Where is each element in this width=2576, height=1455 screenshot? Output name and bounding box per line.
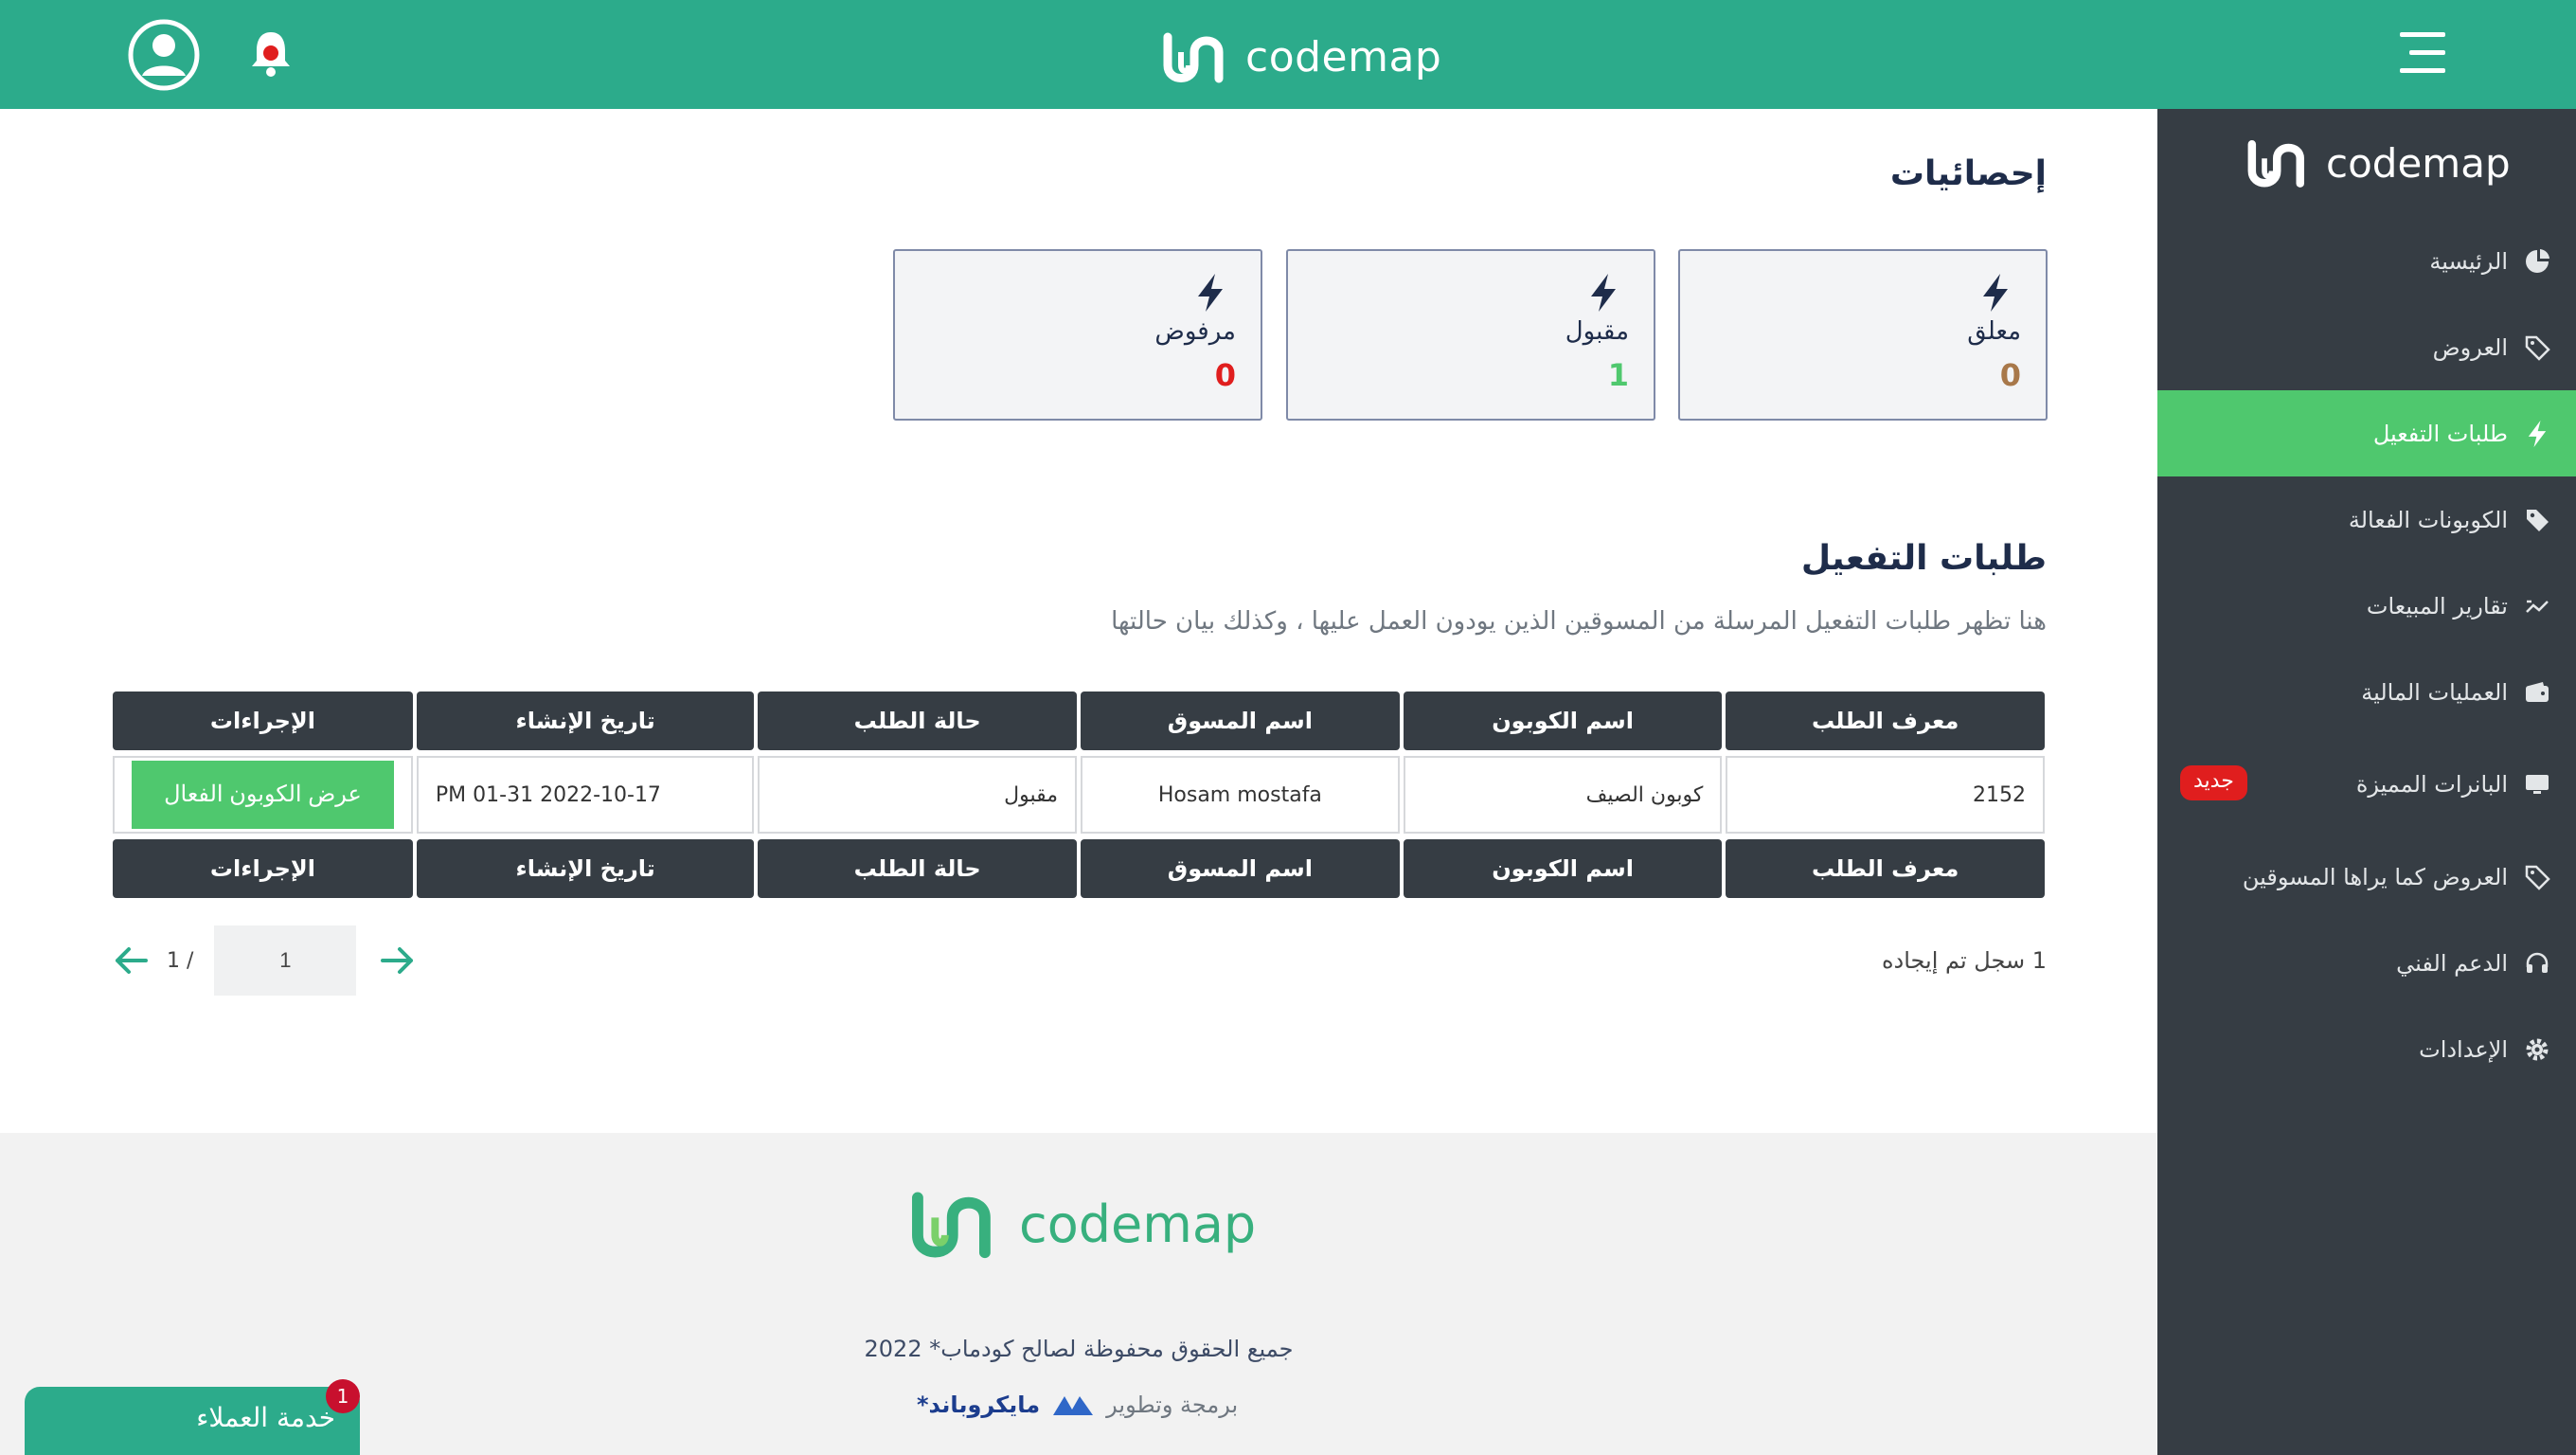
sidebar-item-label: البانرات المميزة bbox=[2355, 771, 2508, 798]
header-logo[interactable]: codemap bbox=[1160, 19, 1441, 95]
top-header: codemap bbox=[0, 0, 2576, 109]
col-footer: حالة الطلب bbox=[758, 839, 1077, 898]
requests-table: معرف الطلب اسم الكوبون اسم المسوق حالة ا… bbox=[109, 692, 2048, 898]
sidebar-item-financial-operations[interactable]: العمليات المالية bbox=[2157, 649, 2576, 735]
footer-logo-text: codemap bbox=[1019, 1194, 1257, 1254]
cell-status: مقبول bbox=[758, 756, 1077, 834]
sidebar-item-settings[interactable]: الإعدادات bbox=[2157, 1006, 2576, 1092]
arrow-left-icon[interactable] bbox=[110, 940, 152, 981]
credit-label: برمجة وتطوير bbox=[1106, 1392, 1239, 1418]
view-active-coupon-button[interactable]: عرض الكوبون الفعال bbox=[132, 761, 394, 829]
col-header[interactable]: اسم المسوق bbox=[1081, 692, 1400, 750]
codemap-logo-icon bbox=[1163, 32, 1224, 83]
sidebar-item-label: تقارير المبيعات bbox=[2366, 592, 2508, 620]
sidebar: codemap الرئيسية العروض طلبات التفعيل ال… bbox=[2157, 109, 2576, 1455]
sidebar-item-label: العمليات المالية bbox=[2361, 678, 2508, 706]
sidebar-item-technical-support[interactable]: الدعم الفني bbox=[2157, 920, 2576, 1006]
microband-logo-icon bbox=[1053, 1396, 1094, 1415]
sidebar-item-activation-requests[interactable]: طلبات التفعيل bbox=[2157, 390, 2576, 476]
pie-chart-icon bbox=[2523, 247, 2551, 276]
wallet-icon bbox=[2523, 678, 2551, 707]
tag-icon bbox=[2523, 506, 2551, 534]
gear-icon bbox=[2523, 1035, 2551, 1064]
page-total: 1 / bbox=[167, 948, 194, 973]
table-footer-row: معرف الطلب اسم الكوبون اسم المسوق حالة ا… bbox=[113, 839, 2045, 898]
col-footer: معرف الطلب bbox=[1726, 839, 2045, 898]
stat-label: معلق bbox=[1967, 317, 2021, 346]
sidebar-item-label: العروض bbox=[2432, 333, 2508, 361]
col-header[interactable]: معرف الطلب bbox=[1726, 692, 2045, 750]
sidebar-item-home[interactable]: الرئيسية bbox=[2157, 218, 2576, 304]
col-footer: اسم المسوق bbox=[1081, 839, 1400, 898]
sidebar-item-label: طلبات التفعيل bbox=[2372, 420, 2508, 447]
sidebar-item-label: الدعم الفني bbox=[2396, 949, 2508, 977]
sidebar-logo[interactable]: codemap bbox=[2245, 132, 2511, 194]
support-unread-badge: 1 bbox=[326, 1379, 360, 1413]
stat-value: 0 bbox=[1999, 357, 2021, 393]
monitor-icon bbox=[2523, 770, 2551, 799]
bolt-icon bbox=[1591, 274, 1616, 312]
tag-icon bbox=[2523, 863, 2551, 891]
bolt-icon bbox=[2523, 420, 2551, 448]
pagination: 1 / bbox=[104, 925, 419, 996]
credit-brand[interactable]: مايكروباند* bbox=[917, 1392, 1040, 1418]
col-footer: تاريخ الإنشاء bbox=[416, 839, 755, 898]
requests-title: طلبات التفعيل bbox=[1800, 539, 2047, 578]
user-profile-icon[interactable] bbox=[126, 17, 202, 93]
sidebar-item-label: الإعدادات bbox=[2419, 1035, 2508, 1063]
codemap-logo-icon bbox=[912, 1192, 991, 1259]
table-row: 2152 كوبون الصيف Hosam mostafa مقبول 202… bbox=[113, 756, 2045, 834]
stat-card-rejected: مرفوض 0 bbox=[893, 249, 1262, 421]
cell-actions: عرض الكوبون الفعال bbox=[113, 756, 413, 834]
col-footer: اسم الكوبون bbox=[1403, 839, 1723, 898]
sidebar-item-label: الكوبونات الفعالة bbox=[2348, 506, 2508, 533]
sidebar-logo-text: codemap bbox=[2326, 139, 2511, 187]
sidebar-item-offers[interactable]: العروض bbox=[2157, 304, 2576, 390]
col-header[interactable]: اسم الكوبون bbox=[1403, 692, 1723, 750]
bolt-icon bbox=[1983, 274, 2008, 312]
cell-request-id: 2152 bbox=[1726, 756, 2045, 834]
sidebar-nav: الرئيسية العروض طلبات التفعيل الكوبونات … bbox=[2157, 218, 2576, 1092]
page-number-input[interactable] bbox=[214, 925, 357, 996]
col-header[interactable]: حالة الطلب bbox=[758, 692, 1077, 750]
stat-card-pending: معلق 0 bbox=[1678, 249, 2048, 421]
header-logo-text: codemap bbox=[1245, 32, 1442, 81]
records-count: 1 سجل تم إيجاده bbox=[1881, 947, 2047, 974]
stats-title: إحصائيات bbox=[1889, 154, 2047, 193]
stat-value: 1 bbox=[1607, 357, 1629, 393]
headset-icon bbox=[2523, 949, 2551, 978]
col-footer: الإجراءات bbox=[113, 839, 413, 898]
col-header: الإجراءات bbox=[113, 692, 413, 750]
developer-credit: برمجة وتطوير مايكروباند* bbox=[917, 1391, 1238, 1419]
sidebar-item-active-coupons[interactable]: الكوبونات الفعالة bbox=[2157, 476, 2576, 563]
stat-card-accepted: مقبول 1 bbox=[1286, 249, 1655, 421]
bolt-icon bbox=[1198, 274, 1223, 312]
codemap-logo-icon bbox=[2247, 139, 2304, 188]
sidebar-item-label: الرئيسية bbox=[2429, 247, 2508, 275]
sidebar-item-featured-banners[interactable]: البانرات المميزة جديد bbox=[2157, 735, 2576, 834]
customer-service-button[interactable]: خدمة العملاء bbox=[25, 1387, 360, 1455]
sidebar-item-sales-reports[interactable]: تقارير المبيعات bbox=[2157, 563, 2576, 649]
footer-logo[interactable]: codemap bbox=[907, 1180, 1256, 1267]
main-content: إحصائيات معلق 0 مقبول 1 مرفوض 0 طلبات ال… bbox=[0, 109, 2157, 1133]
cell-marketer-name: Hosam mostafa bbox=[1081, 756, 1400, 834]
copyright-text: جميع الحقوق محفوظة لصالح كودماب* 2022 bbox=[864, 1336, 1294, 1362]
menu-toggle-icon[interactable] bbox=[2396, 28, 2449, 78]
table-header-row: معرف الطلب اسم الكوبون اسم المسوق حالة ا… bbox=[113, 692, 2045, 750]
chart-line-icon bbox=[2523, 592, 2551, 620]
stat-value: 0 bbox=[1214, 357, 1236, 393]
stat-label: مرفوض bbox=[1154, 317, 1236, 346]
sidebar-item-offers-as-marketers-see[interactable]: العروض كما يراها المسوقين bbox=[2157, 834, 2576, 920]
col-header[interactable]: تاريخ الإنشاء bbox=[416, 692, 755, 750]
new-badge: جديد bbox=[2180, 765, 2247, 800]
cell-coupon-name: كوبون الصيف bbox=[1403, 756, 1723, 834]
cell-created-date: 2022-10-17 01-31 PM bbox=[416, 756, 755, 834]
sidebar-item-label: العروض كما يراها المسوقين bbox=[2242, 863, 2508, 890]
notification-bell-icon[interactable] bbox=[242, 25, 299, 81]
tag-icon bbox=[2523, 333, 2551, 362]
arrow-right-icon[interactable] bbox=[377, 940, 419, 981]
requests-description: هنا تظهر طلبات التفعيل المرسلة من المسوق… bbox=[1111, 607, 2047, 636]
stat-label: مقبول bbox=[1565, 317, 1629, 346]
